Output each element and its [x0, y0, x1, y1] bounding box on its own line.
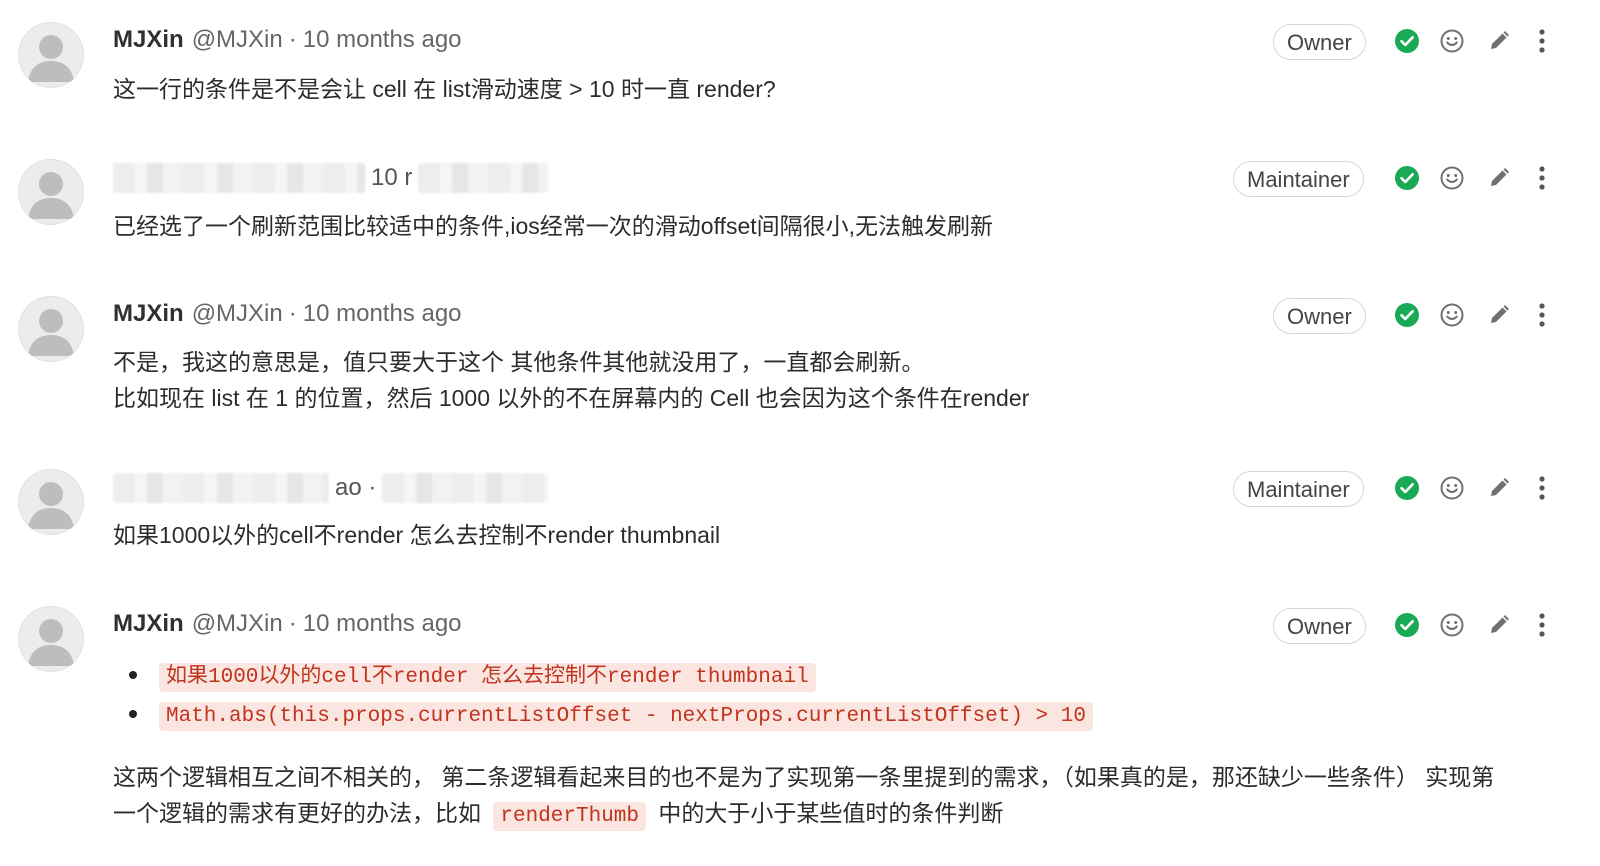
edit-icon [1491, 615, 1509, 633]
edit-comment-button[interactable] [1483, 609, 1515, 641]
default-avatar-icon [28, 619, 74, 666]
note-text-line-2: 一个逻辑的需求有更好的办法，比如 renderThumb 中的大于小于某些值时的… [113, 795, 1494, 835]
more-actions-button[interactable] [1526, 609, 1558, 641]
author-handle[interactable]: @MJXin [192, 610, 283, 638]
list-item: Math.abs(this.props.currentListOffset - … [113, 694, 1494, 733]
note-5: MJXin @MJXin · 10 months ago Owner 如果100… [0, 0, 1600, 866]
note-text-segment: 中的大于小于某些值时的条件判断 [658, 800, 1004, 826]
note-text-line-1: 这两个逻辑相互之间不相关的， 第二条逻辑看起来目的也不是为了实现第一条里提到的需… [113, 764, 1495, 790]
author-name[interactable]: MJXin [113, 610, 184, 638]
separator: · [288, 610, 297, 637]
list-item: 如果1000以外的cell不render 怎么去控制不render thumbn… [113, 655, 1494, 694]
inline-code: Math.abs(this.props.currentListOffset - … [159, 702, 1093, 731]
more-actions-icon [1539, 613, 1545, 637]
resolve-thread-button[interactable] [1391, 609, 1423, 641]
quote-list: 如果1000以外的cell不render 怎么去控制不render thumbn… [113, 655, 1494, 733]
add-reaction-button[interactable] [1436, 609, 1468, 641]
add-reaction-icon [1440, 613, 1464, 637]
resolve-thread-icon [1395, 613, 1419, 637]
avatar[interactable] [18, 606, 84, 672]
note-header: MJXin @MJXin · 10 months ago [113, 607, 462, 641]
note-body: 如果1000以外的cell不render 怎么去控制不render thumbn… [113, 655, 1494, 835]
inline-code: renderThumb [493, 802, 647, 831]
timestamp[interactable]: 10 months ago [303, 610, 462, 638]
inline-code: 如果1000以外的cell不render 怎么去控制不render thumbn… [159, 663, 816, 692]
role-badge: Owner [1273, 608, 1366, 644]
note-text-segment: 一个逻辑的需求有更好的办法，比如 [113, 800, 481, 826]
